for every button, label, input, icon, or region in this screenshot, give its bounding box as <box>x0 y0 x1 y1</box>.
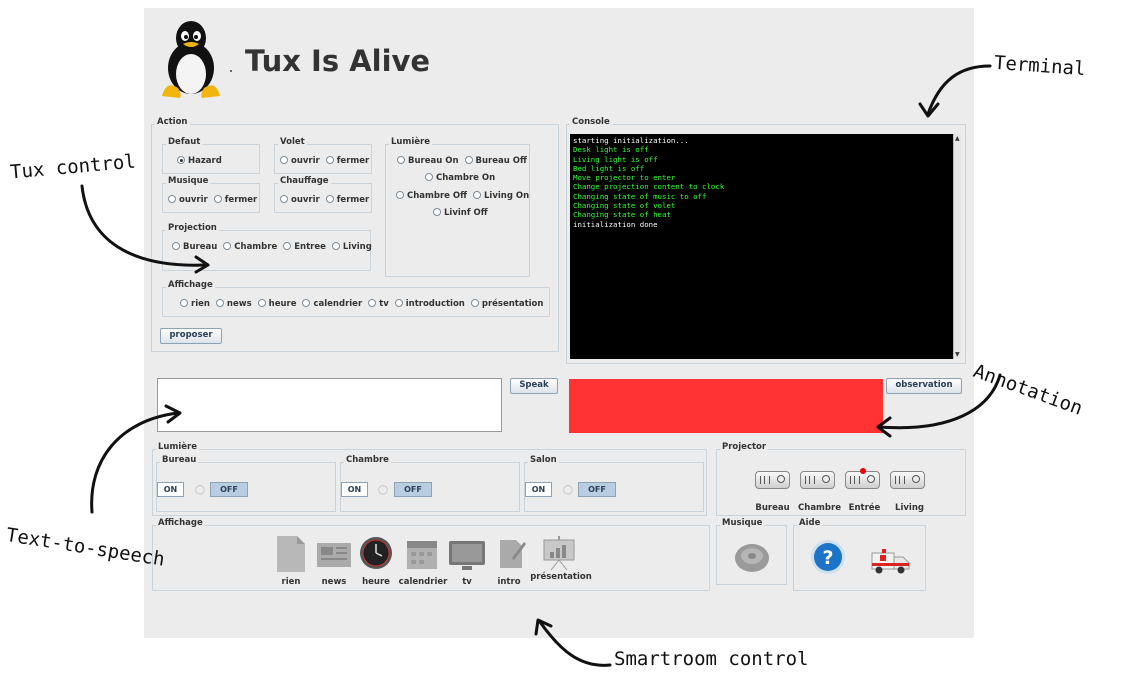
text-to-speech-arrow <box>90 411 180 514</box>
tux-control-arrow <box>80 184 208 267</box>
smartroom-control-callout: Smartroom control <box>614 648 809 670</box>
smartroom-arrow <box>538 620 612 667</box>
callout-arrows <box>80 64 1002 667</box>
